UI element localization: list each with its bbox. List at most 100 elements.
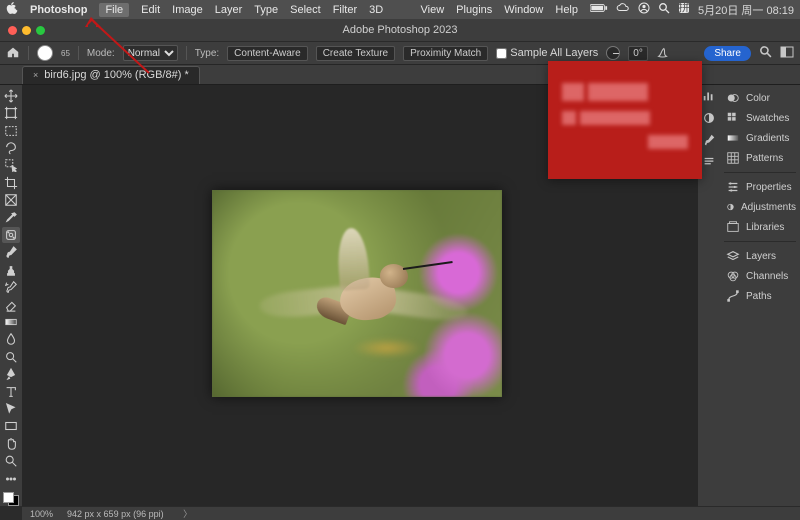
artboard-tool[interactable]: [2, 105, 20, 120]
panel-patterns[interactable]: Patterns: [724, 149, 796, 167]
zoom-tool[interactable]: [2, 454, 20, 469]
pen-tool[interactable]: [2, 367, 20, 382]
battery-icon: [590, 3, 608, 16]
spotlight-icon[interactable]: [658, 2, 670, 17]
menubar-clock: 5月20日 周一 08:19: [698, 2, 794, 18]
move-tool[interactable]: [2, 88, 20, 103]
menu-edit[interactable]: Edit: [141, 4, 160, 16]
type-proximity-match-button[interactable]: Proximity Match: [403, 46, 488, 61]
crop-tool[interactable]: [2, 175, 20, 190]
dodge-tool[interactable]: [2, 349, 20, 364]
foreground-background-colors[interactable]: [3, 492, 19, 506]
close-window-button[interactable]: [8, 26, 17, 35]
menu-3d[interactable]: 3D: [369, 4, 383, 16]
clone-stamp-tool[interactable]: [2, 262, 20, 277]
close-tab-icon[interactable]: ×: [33, 70, 38, 80]
panel-label: Gradients: [746, 133, 789, 144]
adjust-icon[interactable]: [700, 109, 718, 127]
home-button[interactable]: [6, 45, 20, 62]
panel-properties[interactable]: Properties: [724, 178, 796, 196]
edit-toolbar[interactable]: [2, 471, 20, 486]
menu-plugins[interactable]: Plugins: [456, 4, 492, 16]
menu-layer[interactable]: Layer: [215, 4, 243, 16]
panel-channels[interactable]: Channels: [724, 267, 796, 285]
rectangle-tool[interactable]: [2, 419, 20, 434]
menu-image[interactable]: Image: [172, 4, 203, 16]
tools-panel: [0, 85, 22, 506]
ime-icon[interactable]: 拼: [678, 2, 690, 17]
menu-window[interactable]: Window: [504, 4, 543, 16]
menu-help[interactable]: Help: [555, 4, 578, 16]
workspace-button[interactable]: [780, 46, 794, 61]
angle-icon[interactable]: [606, 46, 620, 60]
search-button[interactable]: [759, 45, 772, 61]
status-zoom[interactable]: 100%: [30, 509, 53, 519]
type-content-aware-button[interactable]: Content-Aware: [227, 46, 308, 61]
hand-tool[interactable]: [2, 436, 20, 451]
panel-label: Patterns: [746, 153, 783, 164]
panel-label: Swatches: [746, 113, 789, 124]
app-menu-photoshop[interactable]: Photoshop: [30, 4, 87, 16]
panel-swatches[interactable]: Swatches: [724, 109, 796, 127]
histogram-icon[interactable]: [700, 87, 718, 105]
status-bar: 100% 942 px x 659 px (96 ppi) 〉: [22, 506, 800, 520]
lasso-tool[interactable]: [2, 140, 20, 155]
document-canvas[interactable]: [212, 190, 502, 397]
object-select-tool[interactable]: [2, 158, 20, 173]
cloud-icon: [616, 3, 630, 16]
status-flyout[interactable]: 〉: [178, 507, 198, 520]
panel-label: Properties: [746, 182, 792, 193]
share-button[interactable]: Share: [704, 46, 751, 61]
document-tab-label: bird6.jpg @ 100% (RGB/8#) *: [44, 69, 188, 81]
eraser-tool[interactable]: [2, 297, 20, 312]
rect-marquee-tool[interactable]: [2, 123, 20, 138]
paragraph-icon[interactable]: [700, 153, 718, 171]
brush-size-value[interactable]: 65: [61, 49, 70, 58]
panel-label: Channels: [746, 271, 788, 282]
panel-layers[interactable]: Layers: [724, 247, 796, 265]
menu-type[interactable]: Type: [254, 4, 278, 16]
type-label: Type:: [195, 48, 219, 59]
blend-mode-select[interactable]: Normal: [123, 45, 178, 61]
status-dimensions: 942 px x 659 px (96 ppi): [67, 509, 164, 519]
image-glow: [352, 338, 422, 358]
menu-filter[interactable]: Filter: [333, 4, 357, 16]
sample-all-layers-input[interactable]: [496, 48, 507, 59]
type-tool[interactable]: [2, 384, 20, 399]
sample-all-layers-checkbox[interactable]: Sample All Layers: [496, 47, 598, 59]
apple-menu[interactable]: [6, 2, 18, 17]
menu-view[interactable]: View: [421, 4, 445, 16]
panel-label: Libraries: [746, 222, 784, 233]
panel-gradients[interactable]: Gradients: [724, 129, 796, 147]
system-menubar: Photoshop File Edit Image Layer Type Sel…: [0, 0, 800, 19]
document-tab[interactable]: × bird6.jpg @ 100% (RGB/8#) *: [22, 66, 200, 84]
panel-paths[interactable]: Paths: [724, 287, 796, 305]
brush-tool[interactable]: [2, 245, 20, 260]
spot-heal-tool[interactable]: [2, 227, 20, 242]
history-brush-tool[interactable]: [2, 279, 20, 294]
type-create-texture-button[interactable]: Create Texture: [316, 46, 395, 61]
minimize-window-button[interactable]: [22, 26, 31, 35]
brush-preview[interactable]: [37, 45, 53, 61]
eyedropper-tool[interactable]: [2, 210, 20, 225]
path-select-tool[interactable]: [2, 401, 20, 416]
pressure-icon[interactable]: [656, 45, 670, 62]
panel-label: Adjustments: [741, 202, 796, 213]
brush-preset-icon[interactable]: [700, 131, 718, 149]
window-traffic-lights[interactable]: [0, 26, 45, 35]
user-icon: [638, 2, 650, 17]
menu-file[interactable]: File: [99, 3, 129, 17]
frame-tool[interactable]: [2, 192, 20, 207]
zoom-window-button[interactable]: [36, 26, 45, 35]
panel-color[interactable]: Color: [724, 89, 796, 107]
menu-select[interactable]: Select: [290, 4, 321, 16]
window-titlebar: Adobe Photoshop 2023: [0, 19, 800, 41]
angle-field[interactable]: 0°: [628, 46, 648, 61]
svg-text:拼: 拼: [679, 2, 690, 14]
gradient-tool[interactable]: [2, 314, 20, 329]
panel-libraries[interactable]: Libraries: [724, 218, 796, 236]
panel-adjustments[interactable]: Adjustments: [724, 198, 796, 216]
blur-tool[interactable]: [2, 332, 20, 347]
red-overlay-panel: [548, 61, 702, 179]
panel-label: Layers: [746, 251, 776, 262]
